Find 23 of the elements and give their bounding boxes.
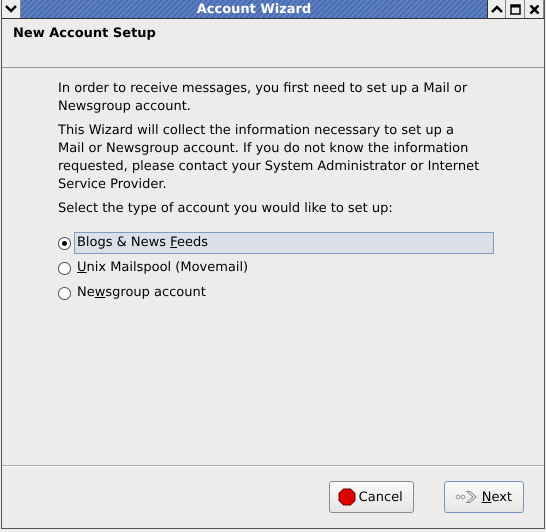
radio-button[interactable] xyxy=(58,262,71,274)
window-title: Account Wizard xyxy=(196,2,312,16)
radio-button[interactable] xyxy=(58,286,71,300)
arrow-icon xyxy=(454,490,479,504)
instruction-text: In order to receive messages, you first need to set up a Mail or Newsgroup account. xyxy=(58,80,468,116)
chevron-down-icon xyxy=(5,5,17,13)
maximize-icon xyxy=(510,4,520,14)
minimize-button[interactable] xyxy=(487,0,506,18)
option-label[interactable]: Unix Mailspool (Movemail) xyxy=(74,257,252,279)
chevron-up-icon xyxy=(490,5,502,13)
instruction-text: Select the type of account you would like to set up: xyxy=(58,200,394,218)
close-button[interactable] xyxy=(525,0,544,18)
menu-button[interactable] xyxy=(2,0,21,18)
next-button[interactable]: Next xyxy=(444,481,524,513)
maximize-button[interactable] xyxy=(506,0,525,18)
close-icon xyxy=(528,4,540,14)
stop-icon xyxy=(338,488,356,506)
instruction-text: This Wizard will collect the information necessary to set up a Mail or Newsgroup account. If you do not know the information requested, please contact your System Administrator or Internet Service Provider. xyxy=(58,122,480,194)
cancel-button[interactable]: Cancel xyxy=(328,481,414,513)
page-heading: New Account Setup xyxy=(13,26,157,41)
option-label[interactable]: Newsgroup account xyxy=(74,282,209,304)
option-label[interactable]: Blogs & News Feeds xyxy=(74,232,494,254)
radio-button[interactable] xyxy=(58,236,71,250)
